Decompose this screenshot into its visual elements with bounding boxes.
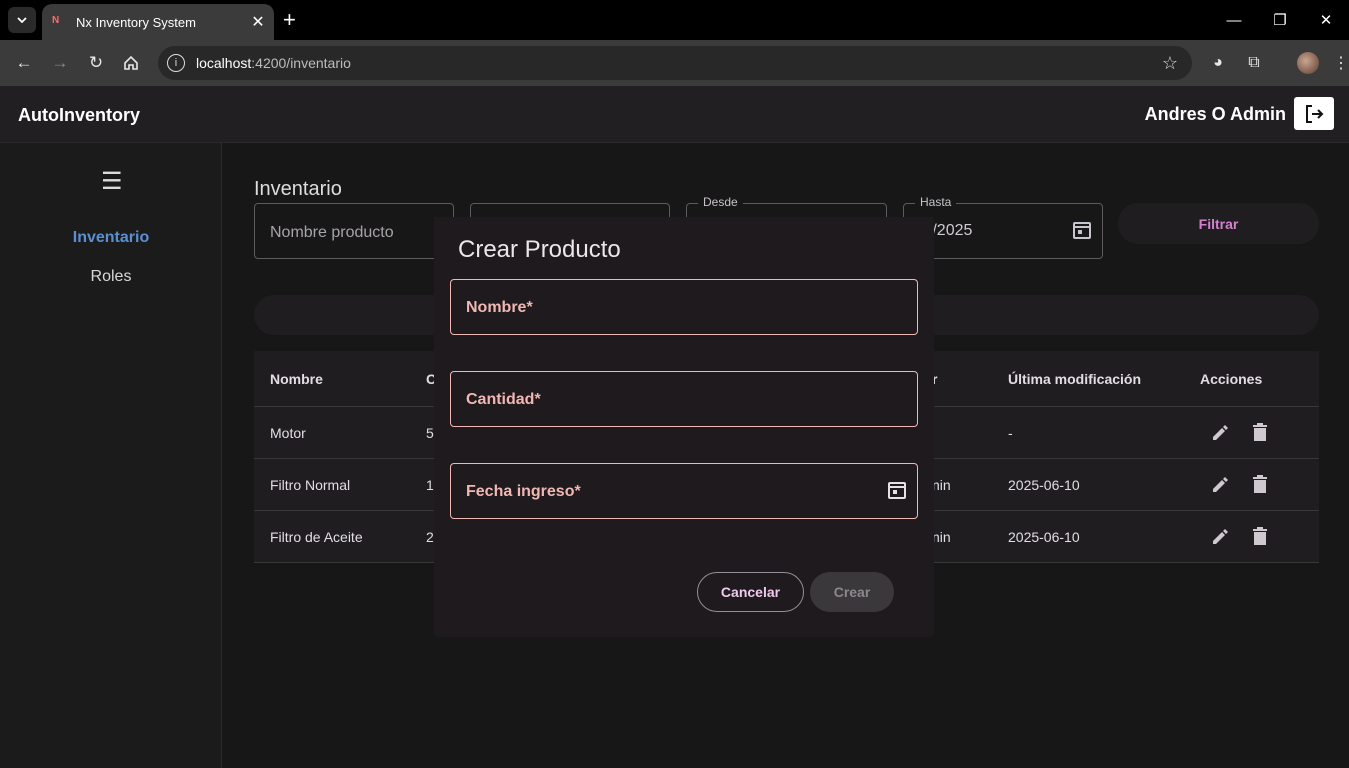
logout-button[interactable] xyxy=(1294,97,1334,130)
delete-icon[interactable] xyxy=(1248,473,1272,497)
cell-nombre: Filtro Normal xyxy=(270,476,351,493)
dialog-title: Crear Producto xyxy=(458,236,621,263)
url-text: localhost:4200/inventario xyxy=(196,55,351,71)
user-name: Andres O Admin xyxy=(1144,104,1286,124)
col-acciones: Acciones xyxy=(1200,370,1263,387)
site-info-icon[interactable]: i xyxy=(167,54,185,72)
address-bar[interactable]: i localhost:4200/inventario ☆ xyxy=(158,46,1192,80)
tab-title: Nx Inventory System xyxy=(76,14,196,30)
forward-icon[interactable]: → xyxy=(47,50,73,76)
nombre-label: Nombre* xyxy=(466,299,533,316)
chevron-down-icon xyxy=(17,17,27,23)
cell-cantidad: 2 xyxy=(426,528,434,545)
close-window-icon[interactable]: ✕ xyxy=(1303,0,1349,40)
delete-icon[interactable] xyxy=(1248,525,1272,549)
product-name-filter[interactable]: Nombre producto xyxy=(254,203,454,259)
cell-cantidad: 5 xyxy=(426,424,434,441)
restore-icon[interactable]: ❐ xyxy=(1257,0,1303,40)
extension-icon[interactable]: ◕ xyxy=(1207,52,1229,74)
minimize-icon[interactable]: — xyxy=(1211,0,1257,40)
window-controls: — ❐ ✕ xyxy=(1211,0,1349,40)
sidebar-item-roles[interactable]: Roles xyxy=(0,268,222,286)
product-name-placeholder: Nombre producto xyxy=(270,224,394,241)
cell-usuario: nin xyxy=(932,476,951,493)
date-to-label: Hasta xyxy=(915,195,957,209)
col-ultima-modificacion: Última modificación xyxy=(1008,370,1142,387)
cell-usuario: nin xyxy=(932,528,951,545)
sidebar: ☰ Inventario Roles xyxy=(0,143,222,768)
browser-toolbar: ← → ↻ i localhost:4200/inventario ☆ ◕ ⧉ … xyxy=(0,40,1349,86)
logout-icon xyxy=(1306,104,1324,123)
menu-icon[interactable]: ☰ xyxy=(101,167,123,196)
create-product-dialog: Crear Producto Nombre* Cantidad* Fecha i… xyxy=(434,217,934,637)
filter-button[interactable]: Filtrar xyxy=(1118,203,1319,244)
reload-icon[interactable]: ↻ xyxy=(83,50,109,76)
page-title: Inventario xyxy=(254,178,342,200)
fecha-ingreso-label: Fecha ingreso* xyxy=(466,483,581,500)
calendar-icon[interactable] xyxy=(887,480,907,500)
cell-cantidad: 1 xyxy=(426,476,434,493)
cell-modificacion: - xyxy=(1008,424,1013,441)
cell-modificacion: 2025-06-10 xyxy=(1008,476,1080,493)
home-icon[interactable] xyxy=(118,50,144,76)
edit-icon[interactable] xyxy=(1208,421,1232,445)
cantidad-label: Cantidad* xyxy=(466,391,541,408)
browser-tab-strip: N Nx Inventory System ✕ + — ❐ ✕ xyxy=(0,0,1349,40)
app-header: AutoInventory Andres O Admin xyxy=(0,86,1349,143)
edit-icon[interactable] xyxy=(1208,473,1232,497)
date-from-label: Desde xyxy=(698,195,743,209)
fecha-ingreso-field[interactable]: Fecha ingreso* xyxy=(450,463,918,519)
cell-nombre: Motor xyxy=(270,424,306,441)
delete-icon[interactable] xyxy=(1248,421,1272,445)
tab-search-button[interactable] xyxy=(8,7,36,33)
nombre-field[interactable]: Nombre* xyxy=(450,279,918,335)
brand-title: AutoInventory xyxy=(18,105,141,125)
browser-tab[interactable]: N Nx Inventory System ✕ xyxy=(42,4,274,40)
calendar-icon[interactable] xyxy=(1072,220,1092,240)
cancel-button[interactable]: Cancelar xyxy=(697,572,804,612)
sidebar-item-inventario[interactable]: Inventario xyxy=(0,229,222,247)
cantidad-field[interactable]: Cantidad* xyxy=(450,371,918,427)
col-nombre: Nombre xyxy=(270,370,323,387)
nx-favicon-icon: N xyxy=(52,15,60,26)
more-menu-icon[interactable]: ⋮ xyxy=(1330,52,1349,74)
new-tab-button[interactable]: + xyxy=(283,9,296,31)
puzzle-icon[interactable]: ⧉ xyxy=(1243,52,1265,74)
back-icon[interactable]: ← xyxy=(11,50,37,76)
cell-modificacion: 2025-06-10 xyxy=(1008,528,1080,545)
profile-avatar[interactable] xyxy=(1297,52,1319,74)
bookmark-star-icon[interactable]: ☆ xyxy=(1162,53,1178,74)
close-tab-icon[interactable]: ✕ xyxy=(248,12,268,32)
create-button[interactable]: Crear xyxy=(810,572,894,612)
cell-nombre: Filtro de Aceite xyxy=(270,528,363,545)
edit-icon[interactable] xyxy=(1208,525,1232,549)
